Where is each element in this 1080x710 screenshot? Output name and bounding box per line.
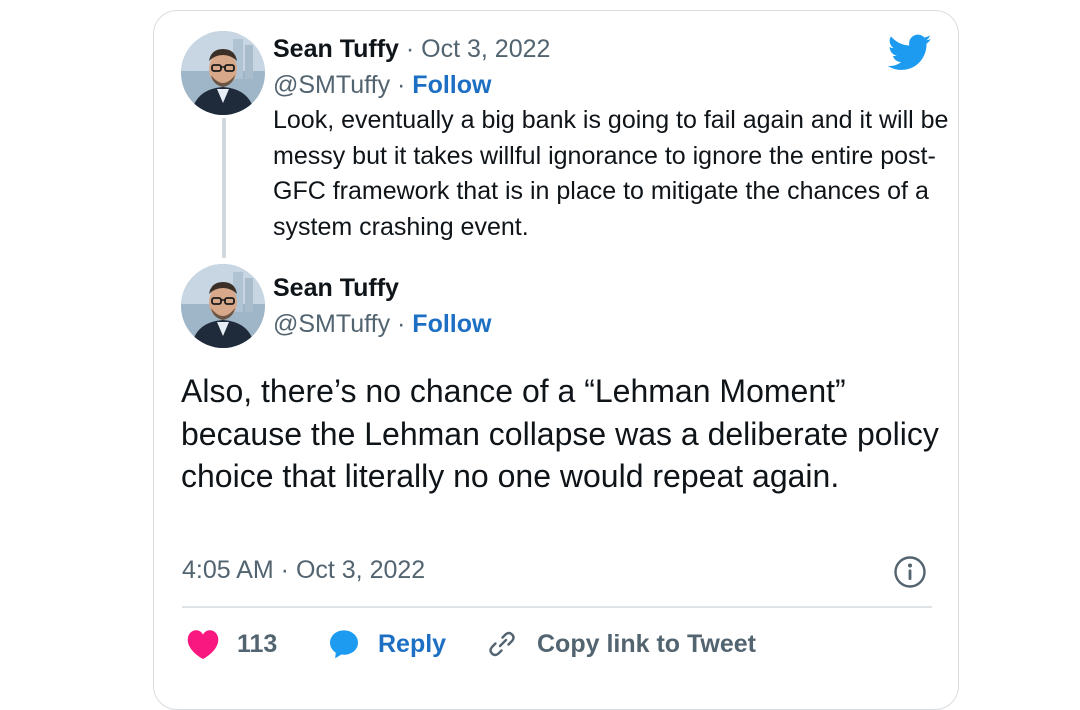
avatar[interactable] [181, 31, 265, 115]
copy-link-button[interactable]: Copy link to Tweet [486, 626, 756, 662]
copy-link-label: Copy link to Tweet [537, 629, 756, 658]
parent-author-name[interactable]: Sean Tuffy · Oct 3, 2022 [273, 35, 550, 64]
author-name-text[interactable]: Sean Tuffy [273, 35, 399, 63]
reply-bubble-icon [328, 628, 360, 660]
main-author-name[interactable]: Sean Tuffy [273, 274, 399, 303]
info-icon[interactable] [893, 555, 927, 589]
main-handle[interactable]: @SMTuffy · [273, 310, 405, 338]
thread-connector-line [222, 118, 226, 258]
parent-tweet-text: Look, eventually a big bank is going to … [273, 106, 949, 241]
reply-label: Reply [378, 629, 447, 658]
main-tweet-text: Also, there’s no chance of a “Lehman Mom… [181, 373, 939, 494]
parent-handle-row: @SMTuffy · Follow [273, 71, 491, 100]
link-icon [486, 628, 518, 660]
divider [182, 606, 932, 608]
reply-button[interactable]: Reply [328, 626, 446, 662]
follow-button[interactable]: Follow [412, 71, 491, 99]
follow-button[interactable]: Follow [412, 310, 491, 338]
parent-handle[interactable]: @SMTuffy · [273, 71, 405, 99]
main-handle-row: @SMTuffy · Follow [273, 310, 491, 339]
parent-tweet-date[interactable]: · Oct 3, 2022 [406, 35, 551, 63]
avatar[interactable] [181, 264, 265, 348]
tweet-timestamp[interactable]: 4:05 AM · Oct 3, 2022 [182, 556, 425, 585]
heart-icon [186, 628, 220, 660]
like-count: 113 [237, 629, 278, 658]
twitter-bird-icon[interactable] [887, 34, 932, 72]
like-button[interactable]: 113 [186, 626, 277, 662]
